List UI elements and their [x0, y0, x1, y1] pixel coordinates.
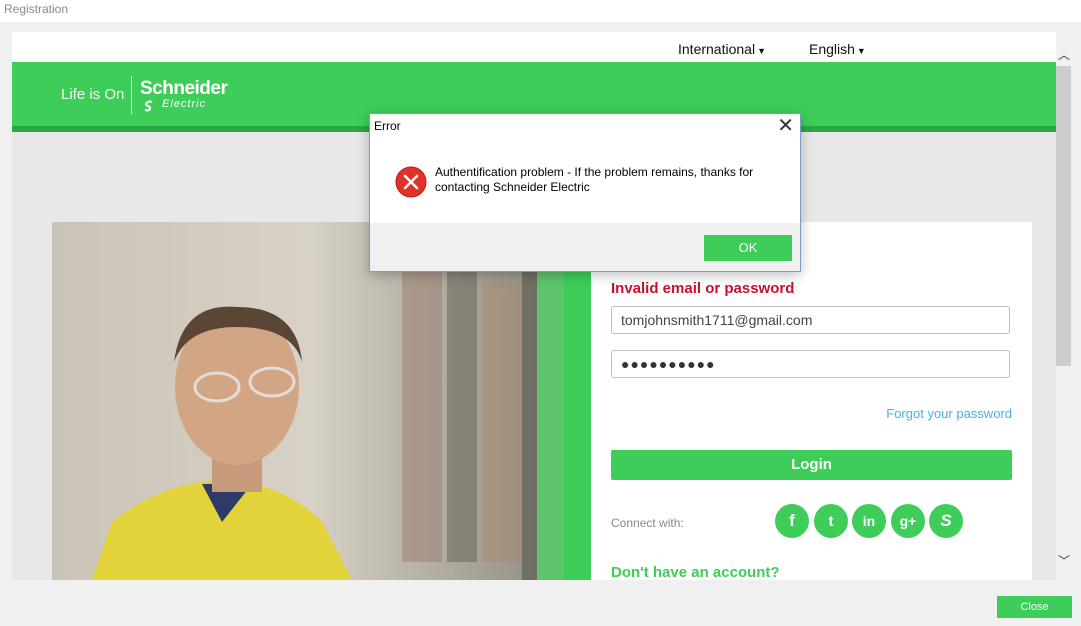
- close-icon[interactable]: ✕: [777, 115, 794, 137]
- email-field[interactable]: tomjohnsmith1711@gmail.com: [611, 306, 1010, 334]
- linkedin-icon[interactable]: in: [852, 504, 886, 538]
- login-panel: Invalid email or password tomjohnsmith17…: [591, 222, 1032, 580]
- scroll-up-icon[interactable]: ︿: [1056, 46, 1072, 62]
- brand-sub: Electric: [162, 98, 207, 110]
- googleplus-icon[interactable]: g+: [891, 504, 925, 538]
- caret-down-icon: ▼: [856, 46, 866, 56]
- window-title: Registration: [0, 0, 1081, 22]
- region-label: International: [678, 41, 756, 57]
- twitter-icon[interactable]: t: [814, 504, 848, 538]
- dialog-message: Authentification problem - If the proble…: [435, 165, 754, 194]
- scroll-down-icon[interactable]: ﹀: [1056, 552, 1072, 568]
- top-bar: International ▼ English ▼: [12, 32, 1056, 62]
- schneider-icon[interactable]: S: [929, 504, 963, 538]
- forgot-password-link[interactable]: Forgot your password: [886, 406, 1012, 421]
- login-error-text: Invalid email or password: [611, 280, 795, 297]
- language-dropdown[interactable]: English ▼: [809, 41, 866, 57]
- scroll-thumb[interactable]: [1056, 66, 1071, 366]
- dialog-title: Error: [374, 119, 401, 133]
- no-account-link[interactable]: Don't have an account?: [611, 564, 780, 580]
- accent-strip: [564, 222, 591, 580]
- close-button[interactable]: Close: [997, 596, 1072, 618]
- worker-photo-illustration: [52, 222, 564, 580]
- logo-divider: [131, 76, 132, 114]
- brand-name: Schneider: [140, 78, 228, 99]
- region-dropdown[interactable]: International ▼: [678, 41, 766, 57]
- caret-down-icon: ▼: [757, 46, 766, 56]
- brand-mark-icon: [144, 100, 153, 112]
- login-button[interactable]: Login: [611, 450, 1012, 480]
- vertical-scrollbar[interactable]: ︿ ﹀: [1056, 40, 1072, 572]
- error-dialog: Error ✕ Authentification problem - If th…: [369, 113, 801, 272]
- tagline: Life is On: [61, 86, 125, 103]
- hero-photo: [52, 222, 564, 580]
- password-field[interactable]: ●●●●●●●●●●: [611, 350, 1010, 378]
- language-label: English: [809, 41, 855, 57]
- error-icon: [395, 166, 427, 198]
- ok-button[interactable]: OK: [704, 235, 792, 261]
- dialog-footer: OK: [370, 223, 800, 271]
- connect-with-label: Connect with:: [611, 516, 684, 530]
- facebook-icon[interactable]: f: [775, 504, 809, 538]
